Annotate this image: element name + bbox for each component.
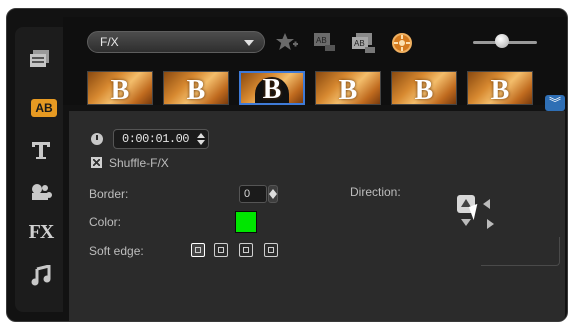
clock-icon (91, 133, 103, 145)
border-input[interactable]: 0 (239, 185, 267, 203)
duration-decrement-button[interactable] (197, 140, 205, 145)
color-label: Color: (89, 215, 122, 229)
soft-edge-none-button[interactable] (191, 243, 205, 257)
direction-group-frame (481, 237, 560, 266)
thumbnail-letter: B (490, 75, 510, 105)
transition-thumbnails: BBBBBB (87, 69, 542, 105)
shuffle-label: Shuffle-F/X (109, 156, 169, 170)
svg-text:AB: AB (316, 36, 327, 45)
thumbnail-size-slider-thumb[interactable] (494, 34, 509, 48)
get-more-content-icon[interactable] (391, 32, 413, 53)
transition-thumbnail[interactable]: B (391, 71, 457, 105)
direction-right-button[interactable] (487, 219, 494, 229)
svg-text:AB: AB (354, 39, 365, 48)
thumbnail-letter: B (338, 75, 358, 105)
title-icon[interactable] (27, 137, 55, 163)
expand-options-button[interactable]: ︾ (545, 95, 565, 111)
graphics-icon[interactable] (27, 179, 55, 205)
border-stepper[interactable] (268, 185, 278, 203)
square-icon (243, 247, 249, 253)
square-icon (268, 247, 274, 253)
duration-value: 0:00:01.00 (122, 132, 190, 146)
soft-edge-medium-button[interactable] (239, 243, 253, 257)
shuffle-checkbox[interactable] (91, 157, 102, 168)
chevron-down-icon (244, 40, 254, 46)
category-dropdown[interactable]: F/X (87, 31, 265, 53)
add-to-favorites-icon[interactable] (275, 32, 298, 52)
soft-edge-strong-button[interactable] (264, 243, 278, 257)
square-icon (195, 247, 201, 253)
mouse-cursor-icon (468, 203, 483, 221)
border-label: Border: (89, 187, 129, 201)
effects-panel-window: AB FX F/X AB AB B B B B B B ︾ 0:00:01.00 Shuf… (6, 8, 568, 322)
filters-icon[interactable]: FX (27, 219, 55, 245)
transition-thumbnail[interactable]: B (315, 71, 381, 105)
square-icon (218, 247, 224, 253)
transition-thumbnail[interactable]: B (87, 71, 153, 105)
transition-thumbnail[interactable]: B (163, 71, 229, 105)
thumbnail-letter: B (254, 76, 290, 103)
apply-to-start-icon[interactable]: AB (313, 32, 335, 52)
direction-down-button[interactable] (461, 219, 471, 226)
library-sidebar: AB FX (15, 27, 63, 312)
thumbnail-letter: B (186, 75, 206, 105)
transition-thumbnail[interactable]: B (239, 71, 305, 105)
media-library-icon[interactable] (27, 45, 55, 71)
options-panel: 0:00:01.00 Shuffle-F/X Border: 0 Color: … (69, 111, 565, 321)
thumbnail-letter: B (414, 75, 434, 105)
apply-to-all-icon[interactable]: AB (351, 32, 375, 53)
category-dropdown-value: F/X (100, 35, 119, 49)
soft-edge-label: Soft edge: (89, 244, 144, 258)
duration-field[interactable]: 0:00:01.00 (113, 129, 209, 149)
soft-edge-weak-button[interactable] (214, 243, 228, 257)
direction-label: Direction: (350, 185, 401, 199)
library-panel: F/X AB AB B B B B B B (63, 17, 567, 105)
transitions-icon[interactable]: AB (31, 99, 57, 117)
transition-thumbnail[interactable]: B (467, 71, 533, 105)
thumbnail-letter: B (110, 75, 130, 105)
border-decrement-button[interactable] (269, 194, 277, 199)
direction-left-button[interactable] (483, 199, 490, 209)
color-swatch[interactable] (235, 211, 257, 233)
double-chevron-down-icon: ︾ (548, 96, 561, 110)
duration-increment-button[interactable] (197, 133, 205, 138)
audio-icon[interactable] (27, 263, 55, 289)
